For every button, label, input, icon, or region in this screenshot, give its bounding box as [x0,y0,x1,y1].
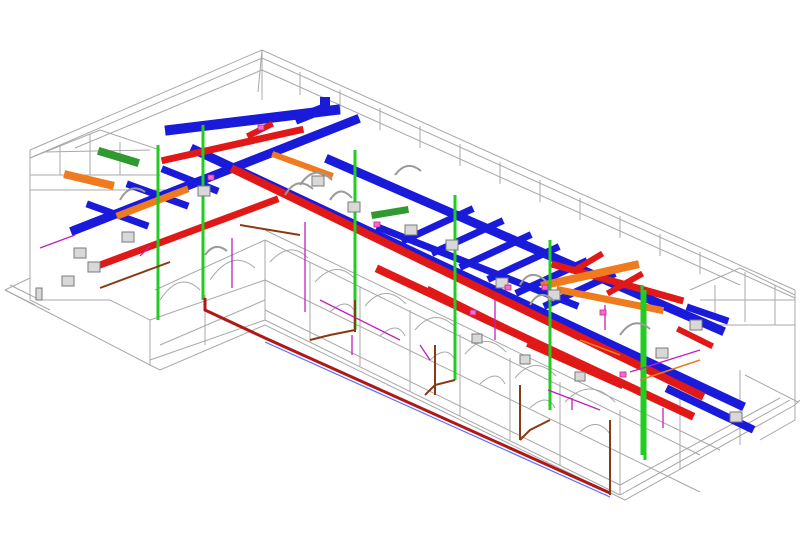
damper[interactable] [469,309,477,316]
fan-coil-unit[interactable] [574,371,586,382]
fan-coil-unit[interactable] [73,247,87,259]
isometric-building-model [4,49,800,501]
fan-coil-unit[interactable] [519,354,531,365]
fan-coil-unit[interactable] [689,319,703,331]
drain-drop-2[interactable] [424,379,456,396]
damper[interactable] [504,284,512,291]
exhaust-upper[interactable] [271,151,334,179]
building-shell [4,49,800,501]
damper[interactable] [541,284,549,291]
drain-drop-3[interactable] [519,419,551,441]
fan-coil-unit[interactable] [197,185,211,197]
bim-model-viewport[interactable] [0,0,800,550]
damper[interactable] [207,174,215,181]
ground-floor-pipe-blue[interactable] [264,341,611,498]
supply-duct-system[interactable] [69,97,756,434]
damper[interactable] [257,124,265,131]
fan-coil-unit[interactable] [404,224,418,236]
drain-piping[interactable] [99,224,701,498]
fan-coil-unit[interactable] [655,347,669,359]
supply-crossbranch-2[interactable] [430,217,505,257]
return-east-end[interactable] [675,325,715,350]
fan-coil-unit[interactable] [61,275,75,287]
fan-coil-unit[interactable] [311,175,325,187]
damper[interactable] [373,221,381,228]
fan-coil-unit[interactable] [471,333,483,344]
fan-coil-unit[interactable] [445,239,459,251]
supply-crossbranch-4[interactable] [486,243,561,283]
fan-coil-unit[interactable] [729,411,743,423]
fan-coil-unit[interactable] [347,201,361,213]
damper[interactable] [619,371,627,378]
fan-coil-unit[interactable] [87,261,101,273]
fresh-air-west[interactable] [97,147,140,167]
wall-unit[interactable] [35,287,43,301]
supply-crossbranch-3[interactable] [458,231,533,271]
facade-floors [4,229,791,496]
damper[interactable] [599,309,607,316]
exhaust-west[interactable] [63,170,115,190]
drain-west-2[interactable] [239,224,301,236]
fresh-air-mid[interactable] [370,205,410,220]
fan-coil-unit[interactable] [121,231,135,243]
